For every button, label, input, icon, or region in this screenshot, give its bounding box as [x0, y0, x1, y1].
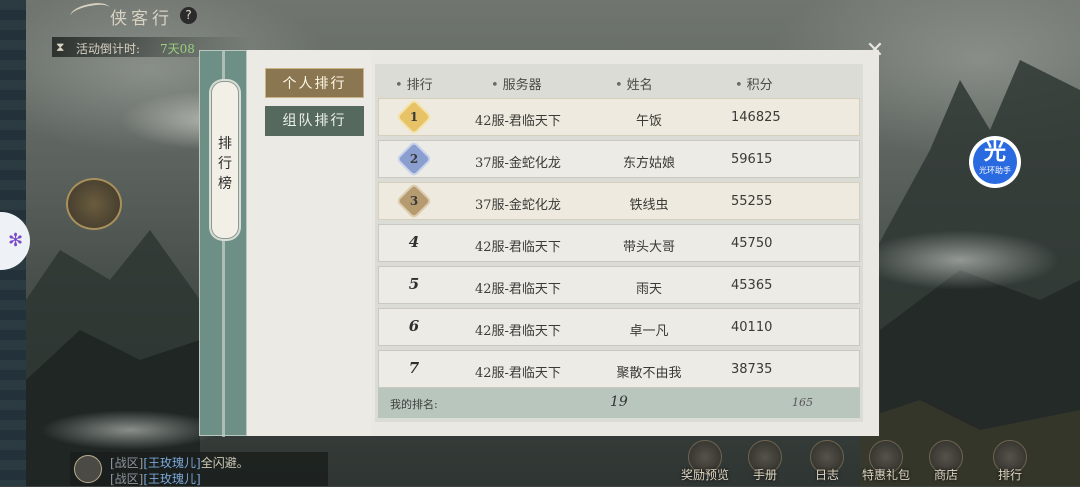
- my-rank-label: 我的排名:: [390, 398, 438, 411]
- chat-zone: [战区]: [110, 456, 144, 470]
- row-rank: 4: [408, 233, 420, 251]
- column-header-name: 姓名: [615, 74, 653, 93]
- my-rank-bar: 我的排名: 19 165: [378, 388, 860, 418]
- row-score: 38735: [731, 362, 773, 377]
- ranking-row[interactable]: 2 37服-金蛇化龙 东方姑娘 59615: [378, 140, 860, 178]
- row-server: 42服-君临天下: [475, 366, 561, 381]
- row-score: 40110: [731, 320, 773, 335]
- row-score: 55255: [731, 194, 773, 209]
- row-name: 聚散不由我: [616, 366, 682, 381]
- gold-medal-icon: 1: [398, 101, 430, 133]
- column-header-score: 积分: [735, 74, 773, 93]
- silver-medal-icon: 2: [398, 143, 430, 175]
- nav-gift-pack[interactable]: 特惠礼包: [856, 440, 916, 486]
- ranking-row[interactable]: 7 42服-君临天下 聚散不由我 38735: [378, 350, 860, 388]
- spine-title: 排行榜: [218, 136, 232, 192]
- row-name: 卓一凡: [629, 324, 669, 339]
- ranking-row[interactable]: 1 42服-君临天下 午饭 146825: [378, 98, 860, 136]
- ranking-row[interactable]: 3 37服-金蛇化龙 铁线虫 55255: [378, 182, 860, 220]
- row-name: 带头大哥: [622, 240, 675, 255]
- row-server: 42服-君临天下: [475, 240, 561, 255]
- nav-handbook[interactable]: 手册: [735, 440, 795, 486]
- pinwheel-icon: ✻: [8, 230, 24, 251]
- chat-line: [战区][王玫瑰儿]: [110, 470, 201, 487]
- hourglass-icon: ⧗: [56, 40, 65, 54]
- my-rank-points: 165: [792, 396, 813, 409]
- row-server: 37服-金蛇化龙: [475, 156, 561, 171]
- spine-scroll-tag: 排行榜: [211, 81, 239, 239]
- ranking-row[interactable]: 4 42服-君临天下 带头大哥 45750: [378, 224, 860, 262]
- row-score: 59615: [731, 152, 773, 167]
- row-server: 42服-君临天下: [475, 324, 561, 339]
- row-name: 东方姑娘: [622, 156, 675, 171]
- mist: [40, 410, 220, 450]
- chat-line: [战区][王玫瑰儿]全闪避。: [110, 454, 249, 471]
- help-icon[interactable]: ?: [180, 7, 197, 24]
- assistant-badge[interactable]: 光 光环助手: [969, 136, 1021, 188]
- tab-personal-ranking[interactable]: 个人排行: [265, 68, 364, 98]
- ranking-board: 排行 服务器 姓名 积分 1 42服-君临天下 午饭 146825 2 37服-…: [375, 64, 863, 422]
- nav-shop[interactable]: 商店: [916, 440, 976, 486]
- row-score: 146825: [731, 110, 781, 125]
- assistant-glyph: 光: [983, 140, 1006, 165]
- bronze-medal-icon: 3: [398, 185, 430, 217]
- nav-ranking[interactable]: 排行: [980, 440, 1040, 486]
- row-name: 铁线虫: [629, 198, 669, 213]
- chat-text: 全闪避。: [200, 456, 249, 470]
- timer-label: 活动倒计时:: [76, 42, 141, 56]
- row-server: 42服-君临天下: [475, 282, 561, 297]
- row-rank: 7: [408, 359, 420, 377]
- tab-column: 个人排行 组队排行: [247, 50, 371, 436]
- row-rank: 5: [408, 275, 420, 293]
- modal-spine: 排行榜: [199, 50, 247, 437]
- assistant-caption: 光环助手: [979, 166, 1011, 175]
- nav-reward-preview[interactable]: 奖励预览: [675, 440, 735, 486]
- chat-box[interactable]: [战区][王玫瑰儿]全闪避。 [战区][王玫瑰儿]: [70, 452, 328, 486]
- ranking-row[interactable]: 6 42服-君临天下 卓一凡 40110: [378, 308, 860, 346]
- treasure-chest-icon[interactable]: [66, 178, 122, 230]
- event-title: 侠客行: [110, 9, 173, 29]
- ranking-row[interactable]: 5 42服-君临天下 雨天 45365: [378, 266, 860, 304]
- row-score: 45750: [731, 236, 773, 251]
- row-name: 雨天: [635, 282, 662, 297]
- column-header-server: 服务器: [491, 74, 542, 93]
- row-rank: 6: [408, 317, 420, 335]
- close-icon[interactable]: ✕: [862, 38, 888, 64]
- nav-log[interactable]: 日志: [797, 440, 857, 486]
- row-name: 午饭: [635, 114, 662, 129]
- row-server: 42服-君临天下: [475, 114, 561, 129]
- column-header-rank: 排行: [395, 74, 433, 93]
- tab-team-ranking[interactable]: 组队排行: [265, 106, 364, 136]
- mist: [860, 230, 1060, 290]
- chat-sender: [王玫瑰儿]: [143, 456, 201, 470]
- row-server: 37服-金蛇化龙: [475, 198, 561, 213]
- chat-sender: [王玫瑰儿]: [143, 472, 201, 486]
- ranking-modal: 排行榜 个人排行 组队排行 排行 服务器 姓名 积分 1 42服-君临天下 午饭…: [199, 50, 879, 437]
- chat-zone: [战区]: [110, 472, 144, 486]
- row-score: 45365: [731, 278, 773, 293]
- timer-value: 7天08: [160, 42, 195, 56]
- avatar[interactable]: [74, 455, 102, 483]
- my-rank-position: 19: [610, 394, 628, 410]
